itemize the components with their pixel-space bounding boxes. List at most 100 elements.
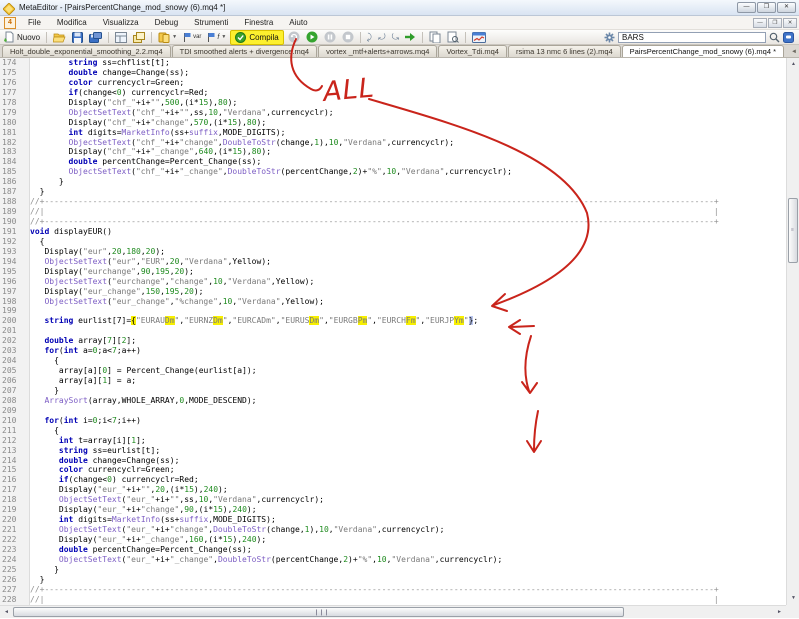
code-line: 187 } [0,187,786,197]
menu-visualizza[interactable]: Visualizza [95,17,147,28]
line-number: 179 [0,108,30,118]
watch-var-button[interactable]: var [181,31,203,44]
save-button[interactable] [70,31,85,44]
line-number: 228 [0,595,30,605]
scroll-right-icon[interactable]: ► [773,606,786,619]
code-text: double array[7][2]; [30,336,136,346]
code-text: } [30,187,44,197]
code-text: Display("chf_"+i+"",500,(i*15),80); [30,98,237,108]
code-text: Display("eur_change",150,195,20); [30,287,203,297]
new-file-button[interactable]: Nuovo [2,31,42,44]
scroll-up-icon[interactable]: ▲ [787,58,799,71]
line-number: 221 [0,525,30,535]
code-line: 185 ObjectSetText("chf_"+i+"_change",Dou… [0,167,786,177]
document-tab[interactable]: PairsPercentChange_mod_snowy (6).mq4 * [622,45,784,57]
step-over-button[interactable]: ⤾ [376,31,388,44]
line-number: 208 [0,396,30,406]
line-number: 175 [0,68,30,78]
code-line: 216 if(change<0) currencyclr=Red; [0,475,786,485]
mdi-minimize-button[interactable]: — [753,18,767,28]
code-text: } [30,575,44,585]
vertical-scrollbar[interactable]: ▲ ≡ ▼ [786,58,799,605]
document-tab[interactable]: Holt_double_exponential_smoothing_2.2.mq… [2,45,171,57]
mdi-close-button[interactable]: ✕ [783,18,797,28]
window-title: MetaEditor - [PairsPercentChange_mod_sno… [19,3,225,12]
save-all-button[interactable] [87,31,104,44]
line-number: 176 [0,78,30,88]
line-number: 190 [0,217,30,227]
minimize-button[interactable]: — [737,2,756,13]
line-number: 185 [0,167,30,177]
horizontal-scrollbar-thumb[interactable]: ❙❙❙ [13,607,624,617]
menu-file[interactable]: File [20,17,49,28]
line-number: 220 [0,515,30,525]
close-button[interactable]: ✕ [777,2,796,13]
document-tab[interactable]: TDI smoothed alerts + divergence.mq4 [172,45,317,57]
compile-button[interactable]: Compila [230,30,283,45]
preview-button[interactable] [445,31,461,44]
step-over-icon: ⤾ [378,32,386,43]
line-number: 224 [0,555,30,565]
scroll-down-icon[interactable]: ▼ [787,592,799,605]
watch-function-button[interactable]: f ▼ [205,31,228,44]
help-chat-icon[interactable] [783,32,794,43]
document-tab-bar: Holt_double_exponential_smoothing_2.2.mq… [0,45,799,58]
code-line: 226 } [0,575,786,585]
menu-debug[interactable]: Debug [147,17,187,28]
mdi-restore-button[interactable]: ❐ [768,18,782,28]
line-number: 211 [0,426,30,436]
code-text: if(change<0) currencyclr=Red; [30,88,208,98]
document-tab[interactable]: rsima 13 nmc 6 lines (2).mq4 [508,45,621,57]
code-line: 205 array[a][0] = Percent_Change(eurlist… [0,366,786,376]
step-out-button[interactable]: ⤿ [390,31,402,44]
document-tab[interactable]: Vortex_Tdi.mq4 [438,45,507,57]
search-input[interactable] [618,32,766,43]
line-number: 183 [0,147,30,157]
code-editor[interactable]: 174 string ss=chflist[t];175 double chan… [0,58,786,605]
scroll-left-icon[interactable]: ◄ [0,606,13,619]
new-file-label: Nuovo [17,33,40,42]
code-line: 195 Display("eurchange",90,195,20); [0,267,786,277]
gear-icon[interactable] [604,32,615,43]
line-number: 177 [0,88,30,98]
code-text: ObjectSetText("chf_"+i+"",ss,10,"Verdana… [30,108,334,118]
debug-stop-button[interactable] [340,31,356,44]
line-number: 188 [0,197,30,207]
menu-aiuto[interactable]: Aiuto [281,17,315,28]
menu-strumenti[interactable]: Strumenti [186,17,236,28]
code-line: 197 Display("eur_change",150,195,20); [0,287,786,297]
code-text: } [30,386,59,396]
debug-restart-button[interactable] [286,31,302,44]
code-text: for(int a=0;a<7;a++) [30,346,141,356]
step-into-button[interactable]: ⤸ [365,31,374,44]
run-to-cursor-button[interactable] [403,31,418,44]
restore-button[interactable]: ❐ [757,2,776,13]
code-line: 214 double change=Change(ss); [0,456,786,466]
horizontal-scrollbar[interactable]: ◄ ❙❙❙ ► [0,605,786,618]
toggle-toolbox-button[interactable] [131,31,147,44]
code-text: //| | [30,595,719,605]
code-line: 207 } [0,386,786,396]
code-line: 176 color currencyclr=Green; [0,78,786,88]
vertical-scrollbar-thumb[interactable]: ≡ [788,198,798,263]
dictionary-button[interactable]: ▼ [156,31,179,44]
menu-modifica[interactable]: Modifica [49,17,95,28]
search-icon[interactable] [769,32,780,43]
copy-button[interactable] [427,31,443,44]
code-line: 224 ObjectSetText("eur_"+i+"_change",Dou… [0,555,786,565]
open-terminal-button[interactable] [470,31,488,44]
debug-start-button[interactable] [304,31,320,44]
document-tab[interactable]: vortex _mtf+alerts+arrows.mq4 [318,45,437,57]
line-number: 201 [0,326,30,336]
tab-scroll-left-icon[interactable]: ◄ [791,49,797,55]
toggle-navigator-button[interactable] [113,31,129,44]
menu-finestra[interactable]: Finestra [236,17,281,28]
code-text: Display("chf_"+i+"change",570,(i*15),80)… [30,118,266,128]
line-number: 193 [0,247,30,257]
line-number: 196 [0,277,30,287]
line-number: 215 [0,465,30,475]
line-number: 213 [0,446,30,456]
code-line: 228//| | [0,595,786,605]
open-file-button[interactable] [51,31,68,44]
debug-pause-button[interactable] [322,31,338,44]
